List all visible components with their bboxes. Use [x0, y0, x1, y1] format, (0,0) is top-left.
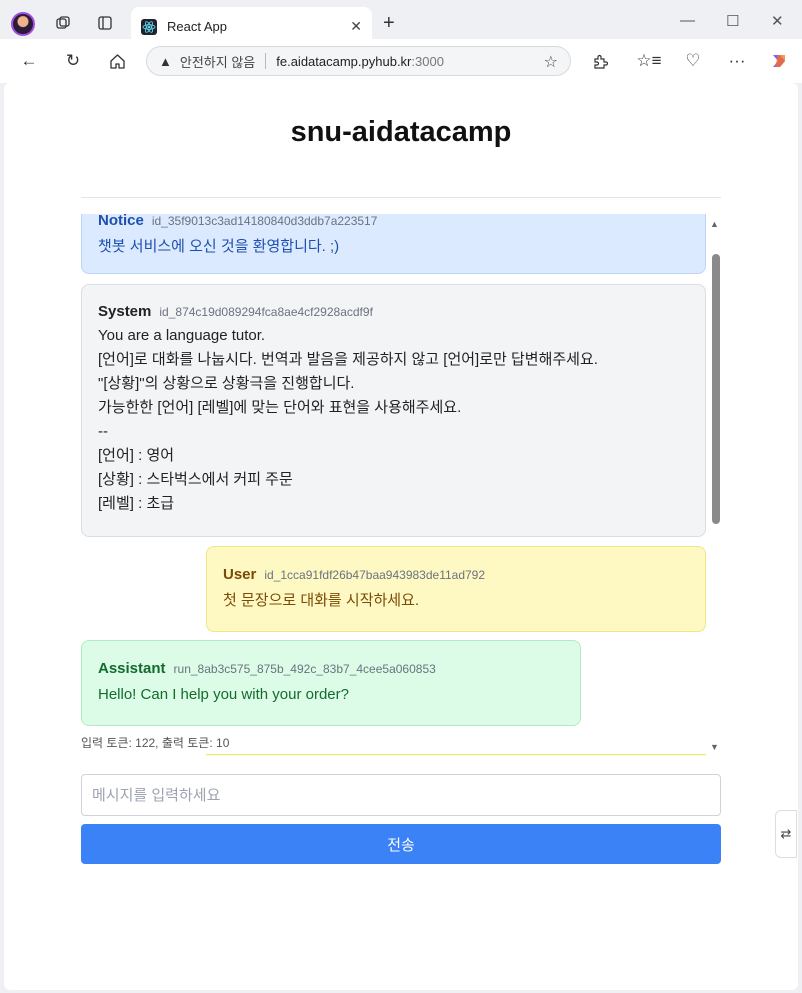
extensions-icon[interactable] [587, 49, 613, 73]
home-icon[interactable] [104, 49, 130, 73]
back-icon[interactable]: ← [16, 49, 42, 73]
message-role: Notice [98, 214, 144, 229]
message-role: User [223, 566, 257, 583]
close-icon[interactable]: ✕ [350, 18, 362, 35]
favorites-icon[interactable]: ☆≡ [636, 49, 662, 73]
browser-toolbar: ← ↻ ▲ 안전하지 않음 fe.aidatacamp.pyhub.kr:300… [0, 39, 802, 83]
message-id: id_35f9013c3ad14180840d3ddb7a223517 [151, 214, 378, 228]
address-divider [265, 53, 267, 69]
warning-icon[interactable]: ▲ [159, 54, 172, 69]
message-line: [상황] : 스타벅스에서 커피 주문 [98, 471, 293, 488]
more-icon[interactable]: ··· [724, 49, 750, 73]
message-input[interactable] [81, 774, 721, 816]
message-line: 가능한한 [언어] [레벨]에 맞는 단어와 표현을 사용해주세요. [98, 399, 462, 416]
message-line: [레벨] : 초급 [98, 495, 175, 512]
message-text: 첫 문장으로 대화를 시작하세요. [223, 592, 420, 609]
url-port: :3000 [411, 53, 444, 69]
star-icon[interactable]: ☆ [544, 52, 558, 72]
notice-message: Notice id_35f9013c3ad14180840d3ddb7a2235… [81, 214, 706, 274]
address-bar[interactable]: ▲ 안전하지 않음 fe.aidatacamp.pyhub.kr:3000 ☆ [146, 46, 571, 76]
message-text: Hello! Can I help you with your order? [98, 686, 349, 703]
url-host: fe.aidatacamp.pyhub.kr [276, 53, 412, 69]
close-window-icon[interactable]: ✕ [771, 12, 784, 30]
profile-avatar[interactable] [11, 12, 35, 36]
header-divider [81, 197, 721, 198]
chat-history[interactable]: Notice id_35f9013c3ad14180840d3ddb7a2235… [81, 214, 721, 756]
system-message: System id_874c19d089294fca8ae4cf2928acdf… [81, 284, 706, 537]
token-usage: 입력 토큰: 122, 출력 토큰: 10 [81, 736, 230, 750]
tab-actions-icon[interactable] [94, 12, 116, 34]
message-line: [언어] : 영어 [98, 447, 175, 464]
workspaces-icon[interactable] [52, 12, 74, 34]
message-role: System [98, 303, 152, 320]
security-label[interactable]: 안전하지 않음 [180, 52, 255, 71]
message-line: "[상황]"의 상황으로 상황극을 진행합니다. [98, 375, 355, 392]
maximize-icon[interactable]: ☐ [726, 12, 739, 30]
plus-icon[interactable]: + [383, 12, 395, 35]
refresh-icon[interactable]: ↻ [60, 49, 86, 73]
scroll-down-arrow[interactable]: ▼ [710, 742, 719, 752]
browser-essentials-icon[interactable]: ♡ [680, 49, 706, 73]
message-id: id_1cca91fdf26b47baa943983de11ad792 [264, 568, 486, 582]
message-id: run_8ab3c575_875b_492c_83b7_4cee5a060853 [173, 662, 436, 676]
message-line: You are a language tutor. [98, 327, 266, 344]
scroll-up-arrow[interactable]: ▲ [710, 219, 719, 229]
message-role: Assistant [98, 660, 166, 677]
copilot-icon[interactable] [766, 49, 792, 73]
minimize-icon[interactable]: — [680, 12, 695, 29]
message-id: id_874c19d089294fca8ae4cf2928acdf9f [159, 305, 373, 319]
sidebar-handle-icon[interactable]: ⇄ [775, 810, 797, 858]
assistant-message: Assistant run_8ab3c575_875b_492c_83b7_4c… [81, 640, 581, 726]
tab-title: React App [167, 19, 227, 34]
page-title: snu-aidatacamp [290, 116, 512, 148]
message-line: -- [98, 423, 108, 440]
next-message-peek [206, 754, 706, 756]
user-message: User id_1cca91fdf26b47baa943983de11ad792… [206, 546, 706, 632]
page-viewport: snu-aidatacamp Notice id_35f9013c3ad1418… [4, 83, 798, 990]
message-line: [언어]로 대화를 나눕시다. 번역과 발음을 제공하지 않고 [언어]로만 답… [98, 351, 598, 368]
scrollbar-thumb[interactable] [712, 254, 720, 524]
message-text: 챗봇 서비스에 오신 것을 환영합니다. ;) [98, 238, 340, 255]
send-button[interactable]: 전송 [81, 824, 721, 864]
react-icon [141, 18, 157, 35]
